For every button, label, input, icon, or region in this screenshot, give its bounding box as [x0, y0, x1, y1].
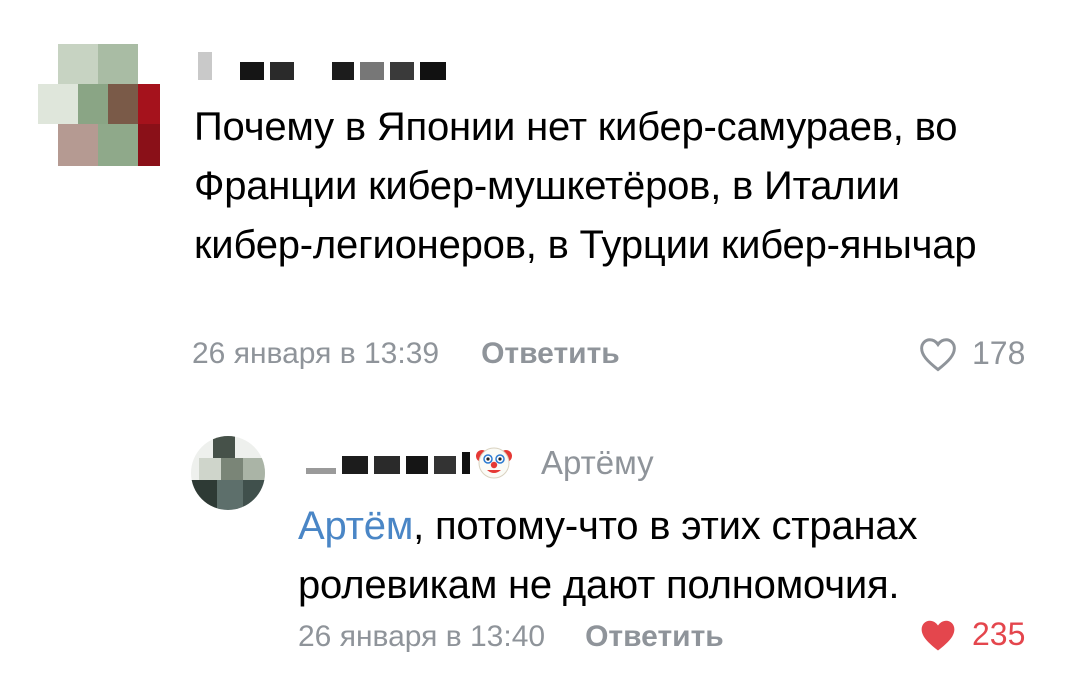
comment-like-count: 178	[972, 335, 1026, 371]
comment-text: Почему в Японии нет кибер-самураев, во Ф…	[194, 105, 977, 267]
reply-meta: 26 января в 13:40 Ответить	[298, 620, 724, 654]
reply-mention-link[interactable]: Артём	[298, 504, 413, 548]
reply-author-name[interactable]	[306, 448, 476, 474]
reply-like-count: 235	[972, 616, 1026, 652]
heart-outline-icon	[920, 337, 956, 371]
comment-author-name[interactable]	[198, 44, 452, 80]
reply-like-button[interactable]: 235	[918, 616, 1025, 653]
reply-to-user[interactable]: Артёму	[541, 444, 654, 482]
reply-reply-button[interactable]: Ответить	[585, 620, 724, 654]
comment-avatar[interactable]	[38, 44, 160, 166]
reply-avatar[interactable]	[191, 436, 265, 510]
comment-meta: 26 января в 13:39 Ответить	[192, 337, 620, 371]
clown-emoji-icon	[476, 447, 512, 479]
heart-filled-icon	[921, 620, 955, 651]
comment-like-button[interactable]: 178	[918, 335, 1025, 372]
comment-reply-button[interactable]: Ответить	[481, 337, 620, 371]
reply-text: Артём, потому-что в этих странах ролевик…	[298, 497, 1038, 615]
comment-date: 26 января в 13:39	[192, 337, 440, 370]
reply-date: 26 января в 13:40	[298, 620, 546, 653]
